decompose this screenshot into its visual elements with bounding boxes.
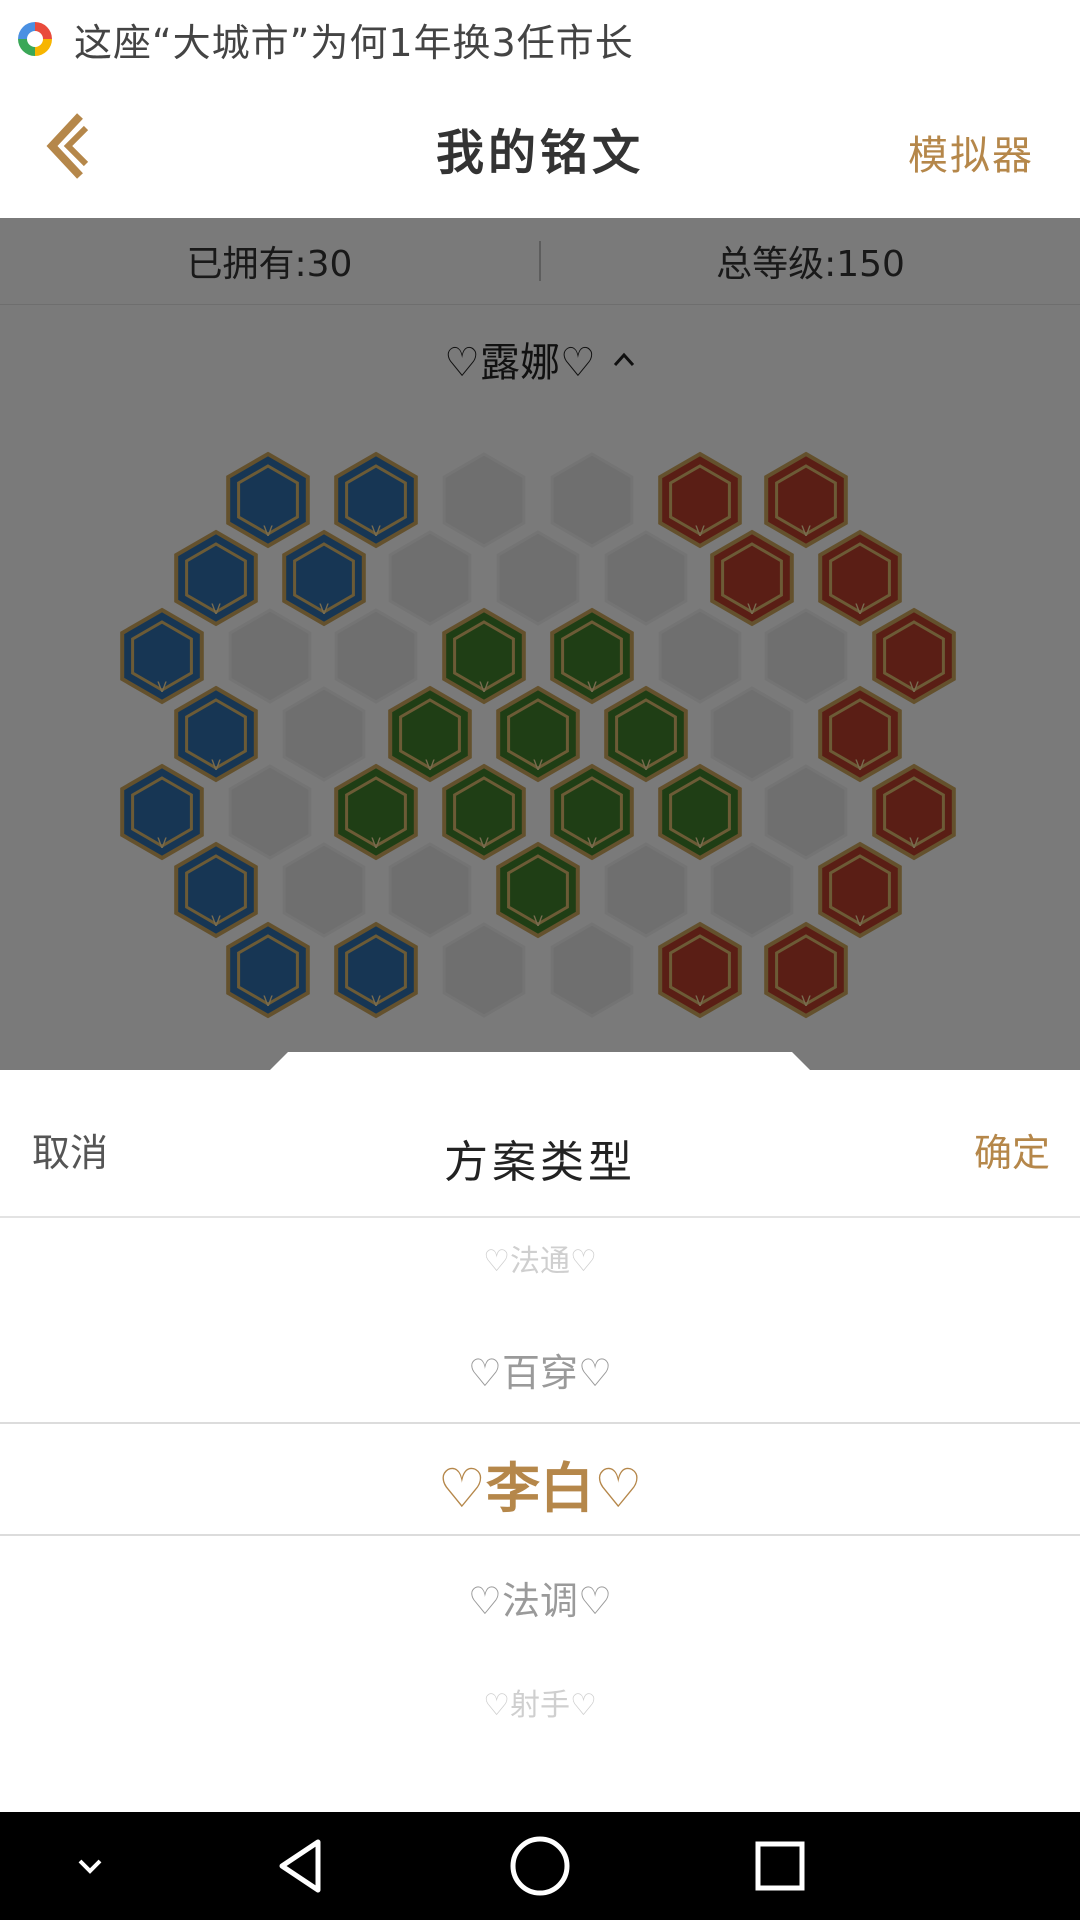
chevron-down-icon [78, 1859, 102, 1874]
selection-line-bottom [0, 1534, 1080, 1536]
app-header: 我的铭文 模拟器 [0, 78, 1080, 218]
system-nav-bar [0, 1812, 1080, 1920]
picker-option[interactable]: ♡射手♡ [0, 1680, 1080, 1724]
recents-square-icon [755, 1841, 805, 1891]
picker-title: 方案类型 [444, 1137, 636, 1188]
picker-option[interactable]: ♡百穿♡ [0, 1342, 1080, 1397]
nav-home-button[interactable] [490, 1812, 590, 1920]
confirm-button[interactable]: 确定 [974, 1122, 1050, 1177]
sheet-notch [270, 1052, 810, 1070]
simulator-button[interactable]: 模拟器 [908, 123, 1034, 181]
selection-line-top [0, 1422, 1080, 1424]
back-button[interactable] [40, 110, 110, 190]
picker-header: 取消 方案类型 确定 [0, 1070, 1080, 1218]
news-app-icon [18, 22, 52, 56]
notification-text: 这座“大城市”为何1年换3任市长 [74, 20, 634, 65]
picker-option-selected[interactable]: ♡李白♡ [0, 1444, 1080, 1523]
home-circle-icon [510, 1836, 570, 1896]
page-title: 我的铭文 [435, 125, 644, 181]
notification-bar[interactable]: 这座“大城市”为何1年换3任市长 [0, 0, 1080, 78]
back-triangle-icon [279, 1839, 321, 1893]
back-arrow-icon [46, 113, 89, 179]
picker-option[interactable]: ♡法调♡ [0, 1570, 1080, 1625]
nav-recents-button[interactable] [730, 1812, 830, 1920]
scheme-type-picker: 取消 方案类型 确定 ♡法通♡ ♡百穿♡ ♡李白♡ ♡法调♡ ♡射手♡ [0, 1052, 1080, 1812]
modal-backdrop[interactable] [0, 218, 1080, 1070]
picker-option[interactable]: ♡法通♡ [0, 1236, 1080, 1280]
nav-back-button[interactable] [250, 1812, 350, 1920]
nav-collapse-button[interactable] [40, 1812, 140, 1920]
